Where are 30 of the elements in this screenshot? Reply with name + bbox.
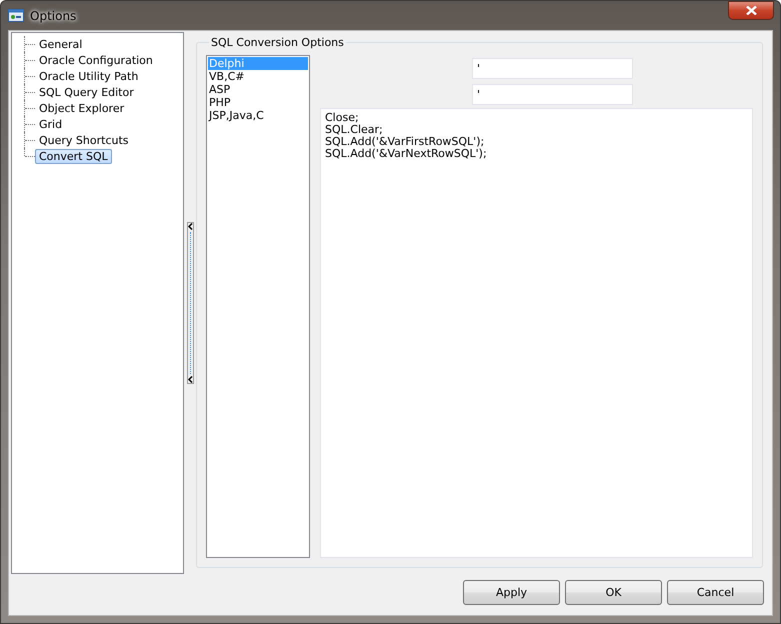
list-item[interactable]: PHP [208,96,308,109]
list-item[interactable]: JSP,Java,C [208,109,308,122]
group-title: SQL Conversion Options [210,36,345,49]
dialog-button[interactable]: Apply [463,580,560,605]
list-item[interactable]: ASP [208,83,308,96]
window-icon [8,9,24,22]
tree-item[interactable]: Oracle Configuration [35,52,157,68]
code-line: SQL.Add('&VarFirstRowSQL'); [325,136,486,148]
code-line: SQL.Clear; [325,124,384,136]
input-field[interactable]: ' [472,58,633,79]
tree-item[interactable]: SQL Query Editor [35,84,138,100]
chevron-left-icon [188,376,193,383]
splitter-handle[interactable] [187,222,194,384]
close-icon [746,6,756,15]
tree-item[interactable]: General [35,36,86,52]
tree-item[interactable]: Grid [35,116,66,132]
tree-item[interactable]: Query Shortcuts [35,132,133,148]
tree-item[interactable]: Oracle Utility Path [35,68,142,84]
chevron-left-icon [188,223,193,230]
code-editor[interactable]: Close; SQL.Clear; SQL.Add('&VarFirstRowSQL'); SQL.Add('&VarNextRowSQL'); [320,108,753,558]
tree-item[interactable]: Convert SQL [35,148,112,164]
dialog-button[interactable]: Cancel [667,580,764,605]
window-title: Options [30,8,76,22]
tree-item[interactable]: Object Explorer [35,100,128,116]
list-item[interactable]: VB,C# [208,70,308,83]
close-button[interactable] [728,1,774,20]
code-line: SQL.Add('&VarNextRowSQL'); [325,148,488,160]
dialog-button[interactable]: OK [565,580,662,605]
code-line: Close; [325,112,360,124]
input-field[interactable]: ' [472,84,633,105]
